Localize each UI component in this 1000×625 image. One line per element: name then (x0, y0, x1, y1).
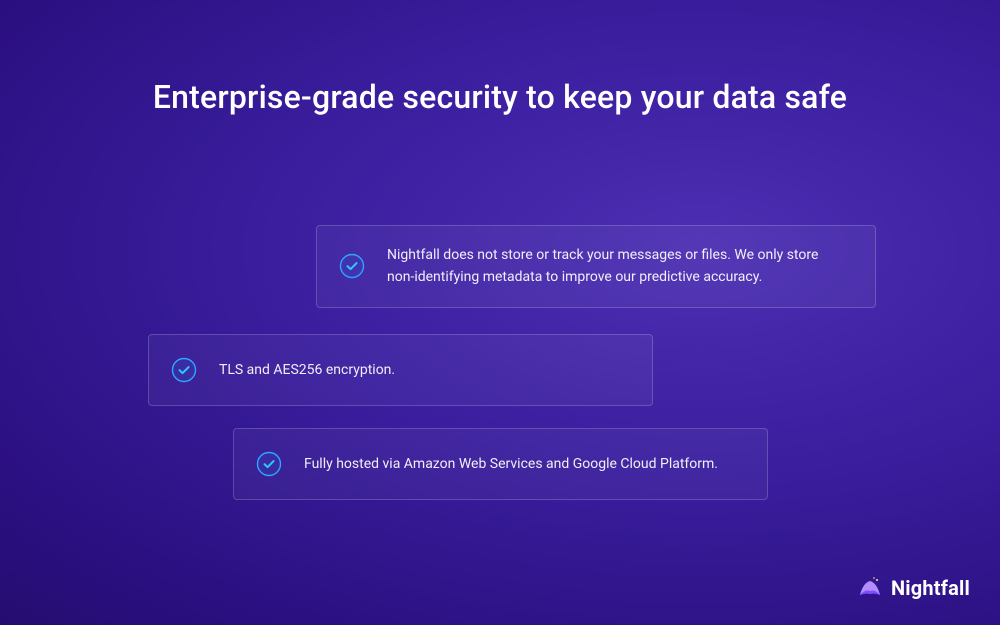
check-icon (171, 357, 197, 383)
security-card-no-storage: Nightfall does not store or track your m… (316, 225, 876, 308)
card-text: TLS and AES256 encryption. (219, 359, 626, 381)
card-text: Nightfall does not store or track your m… (387, 244, 849, 289)
check-icon (339, 253, 365, 279)
page-title: Enterprise-grade security to keep your d… (0, 78, 1000, 116)
check-icon (256, 451, 282, 477)
security-slide: Enterprise-grade security to keep your d… (0, 0, 1000, 625)
nightfall-logo-icon (857, 575, 883, 601)
security-card-encryption: TLS and AES256 encryption. (148, 334, 653, 406)
brand-name: Nightfall (891, 576, 970, 600)
brand: Nightfall (857, 575, 970, 601)
card-text: Fully hosted via Amazon Web Services and… (304, 453, 741, 475)
security-card-hosting: Fully hosted via Amazon Web Services and… (233, 428, 768, 500)
